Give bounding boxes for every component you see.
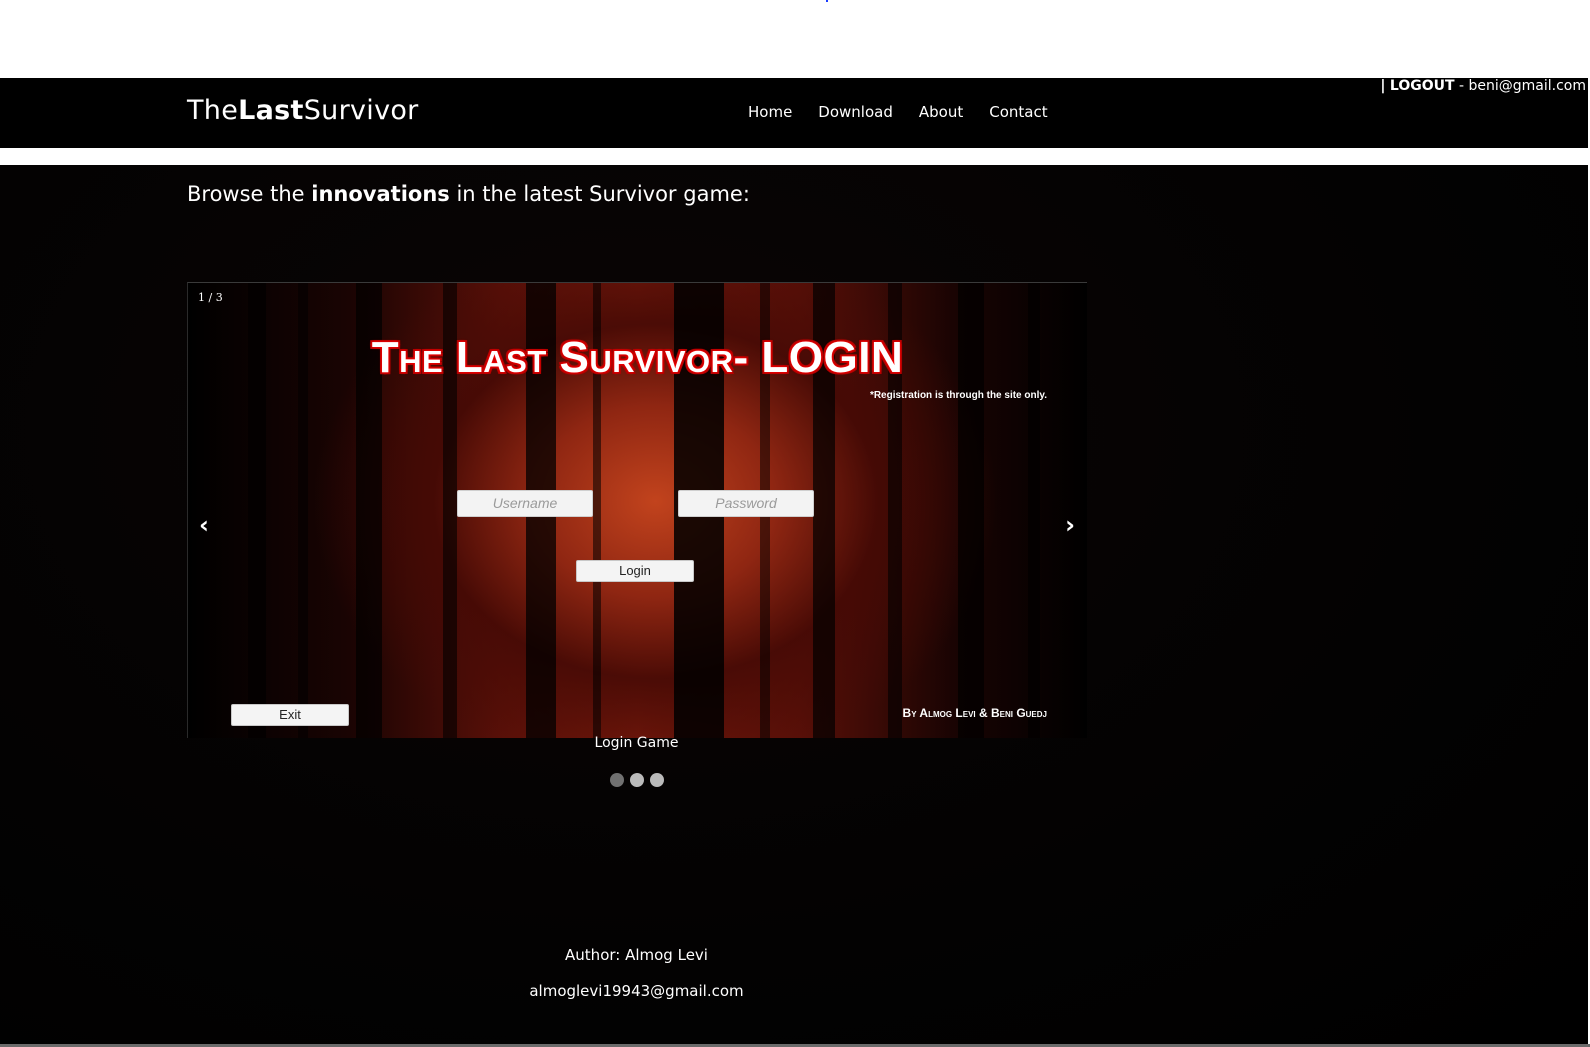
user-area: | LOGOUT - beni@gmail.com [1380,78,1586,94]
nav-contact[interactable]: Contact [989,103,1047,121]
footer-author: Author: Almog Levi [565,946,708,964]
slide-number: 1 / 3 [198,291,223,304]
nav-links: Home Download About Contact [748,103,1074,121]
slide-dots [610,773,664,787]
user-email: beni@gmail.com [1468,78,1587,94]
slideshow: 1 / 3 The Last Survivor- LOGIN *Registra… [187,282,1087,738]
prev-slide-arrow[interactable]: ‹ [199,511,209,539]
game-password-field: Password [678,490,814,517]
game-exit-button: Exit [231,704,349,726]
headline-suffix: in the latest Survivor game: [449,182,750,206]
nav-download[interactable]: Download [818,103,893,121]
slide-caption: Login Game [594,735,679,751]
next-slide-arrow[interactable]: › [1065,511,1075,539]
headline-prefix: Browse the [187,182,312,206]
user-dash: - [1454,78,1469,94]
nav-home[interactable]: Home [748,103,792,121]
game-login-title: The Last Survivor- LOGIN [371,333,904,382]
user-separator: | [1380,78,1386,94]
brand-bold: Last [238,95,304,126]
page: TheLastSurvivor Home Download About Cont… [0,0,1590,1047]
top-dot [826,0,828,2]
game-credits: By Almog Levi & Beni Guedj [902,706,1047,720]
brand-logo[interactable]: TheLastSurvivor [187,95,419,126]
nav-about[interactable]: About [919,103,963,121]
main-content: Browse the innovations in the latest Sur… [0,165,1588,1047]
navbar: TheLastSurvivor Home Download About Cont… [0,78,1588,148]
game-login-button: Login [576,560,694,582]
brand-prefix: The [187,95,239,126]
registration-note: *Registration is through the site only. [869,390,1047,401]
brand-suffix: Survivor [303,95,419,126]
page-headline: Browse the innovations in the latest Sur… [187,182,750,206]
footer-email[interactable]: almoglevi19943@gmail.com [187,982,1086,1000]
game-username-field: Username [457,490,593,517]
headline-bold: innovations [311,182,450,206]
logout-link[interactable]: LOGOUT [1390,78,1455,94]
slide-dot-2[interactable] [630,773,644,787]
slide-dot-1[interactable] [610,773,624,787]
slide-dot-3[interactable] [650,773,664,787]
